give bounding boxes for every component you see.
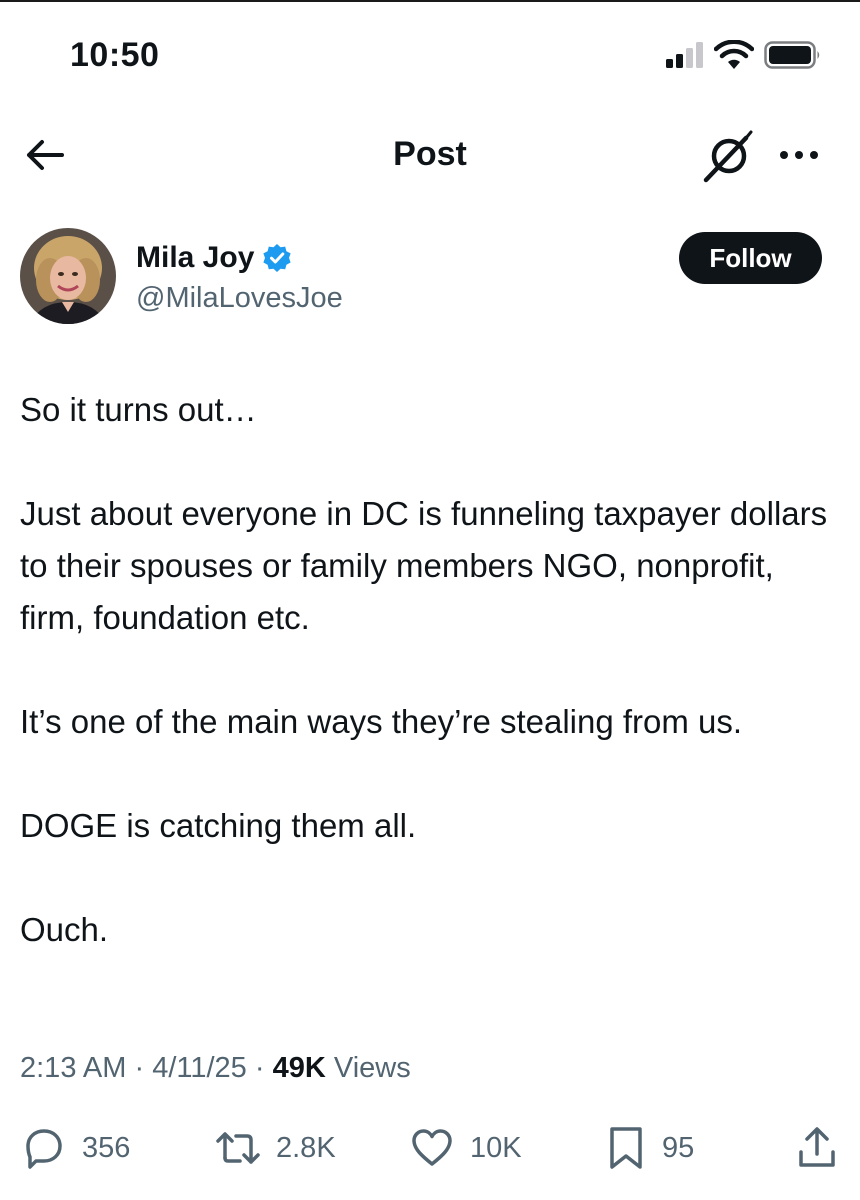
avatar[interactable] [20, 228, 116, 324]
reply-button[interactable]: 356 [20, 1124, 130, 1172]
repost-icon [216, 1132, 260, 1164]
share-button[interactable] [794, 1124, 840, 1172]
views-count: 49K [272, 1052, 326, 1084]
bookmark-icon [610, 1127, 642, 1169]
cellular-signal-icon [666, 42, 703, 68]
repost-count: 2.8K [276, 1131, 336, 1164]
share-icon [799, 1127, 835, 1167]
meta-separator: · [254, 1052, 265, 1084]
follow-button[interactable]: Follow [679, 232, 822, 284]
post-meta: 2:13 AM · 4/11/25 · 49K Views [20, 1052, 411, 1085]
bookmark-button[interactable]: 95 [604, 1124, 694, 1172]
status-bar: 10:50 [0, 0, 860, 110]
repost-button[interactable]: 2.8K [214, 1124, 336, 1172]
post-paragraph: DOGE is catching them all. [20, 807, 417, 844]
views-label: Views [333, 1052, 411, 1084]
action-bar: 356 2.8K 10K 95 [0, 1118, 860, 1178]
bookmark-count: 95 [662, 1131, 695, 1164]
status-time: 10:50 [70, 36, 160, 74]
grok-icon [703, 130, 753, 183]
reply-icon [26, 1129, 62, 1169]
author-name[interactable]: Mila Joy [136, 241, 254, 275]
post-text: So it turns out… Just about everyone in … [20, 384, 840, 956]
nav-bar: Post [0, 120, 860, 190]
post-time[interactable]: 2:13 AM [20, 1052, 126, 1084]
like-count: 10K [470, 1131, 522, 1164]
post-paragraph: Just about everyone in DC is funneling t… [20, 495, 828, 636]
post-paragraph: It’s one of the main ways they’re steali… [20, 703, 743, 740]
like-button[interactable]: 10K [408, 1124, 522, 1172]
heart-icon [412, 1129, 452, 1166]
verified-badge-icon [263, 244, 291, 272]
post-date[interactable]: 4/11/25 [152, 1052, 247, 1084]
author-handle[interactable]: @MilaLovesJoe [136, 282, 343, 315]
avatar-image [20, 228, 116, 324]
reply-count: 356 [82, 1131, 131, 1164]
more-options-button[interactable] [774, 138, 824, 172]
grok-button[interactable] [700, 130, 754, 184]
battery-icon [764, 41, 820, 69]
wifi-icon [714, 40, 754, 69]
post-paragraph: Ouch. [20, 911, 109, 948]
meta-separator: · [134, 1052, 145, 1084]
author-name-row: Mila Joy [136, 238, 292, 278]
post-paragraph: So it turns out… [20, 391, 257, 428]
more-options-icon [780, 151, 818, 159]
